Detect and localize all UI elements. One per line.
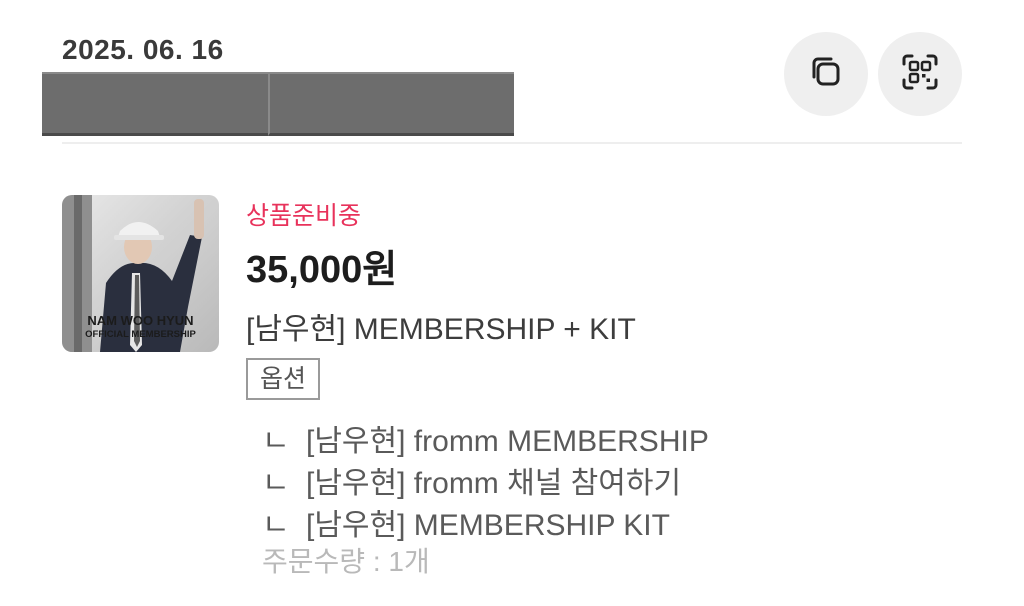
redacted-block-1 — [42, 72, 268, 136]
option-badge: 옵션 — [246, 358, 320, 400]
option-marker: ㄴ — [262, 425, 290, 458]
order-quantity: 주문수량 : 1개 — [262, 546, 430, 577]
thumbnail-subtitle: OFFICIAL MEMBERSHIP — [85, 329, 196, 340]
copy-button[interactable] — [784, 32, 868, 116]
option-label: [남우현] MEMBERSHIP KIT — [306, 509, 670, 542]
qr-code-button[interactable] — [878, 32, 962, 116]
order-date: 2025. 06. 16 — [62, 34, 224, 65]
product-price: 35,000원 — [246, 249, 398, 291]
redacted-block-2 — [268, 72, 514, 136]
divider — [62, 142, 962, 144]
copy-icon — [804, 50, 848, 99]
order-status: 상품준비중 — [246, 202, 362, 230]
qr-code-icon — [898, 50, 942, 99]
product-name[interactable]: [남우현] MEMBERSHIP + KIT — [246, 304, 636, 348]
option-item: ㄴ [남우현] MEMBERSHIP KIT — [262, 500, 670, 544]
option-item: ㄴ [남우현] fromm 채널 참여하기 — [262, 458, 681, 502]
option-item: ㄴ [남우현] fromm MEMBERSHIP — [262, 416, 709, 460]
product-thumbnail[interactable]: NAM WOO HYUN OFFICIAL MEMBERSHIP — [62, 195, 219, 352]
option-label: [남우현] fromm MEMBERSHIP — [306, 425, 709, 458]
option-label: [남우현] fromm 채널 참여하기 — [306, 467, 682, 500]
thumbnail-title: NAM WOO HYUN — [87, 313, 194, 328]
option-marker: ㄴ — [262, 467, 290, 500]
option-marker: ㄴ — [262, 509, 290, 542]
